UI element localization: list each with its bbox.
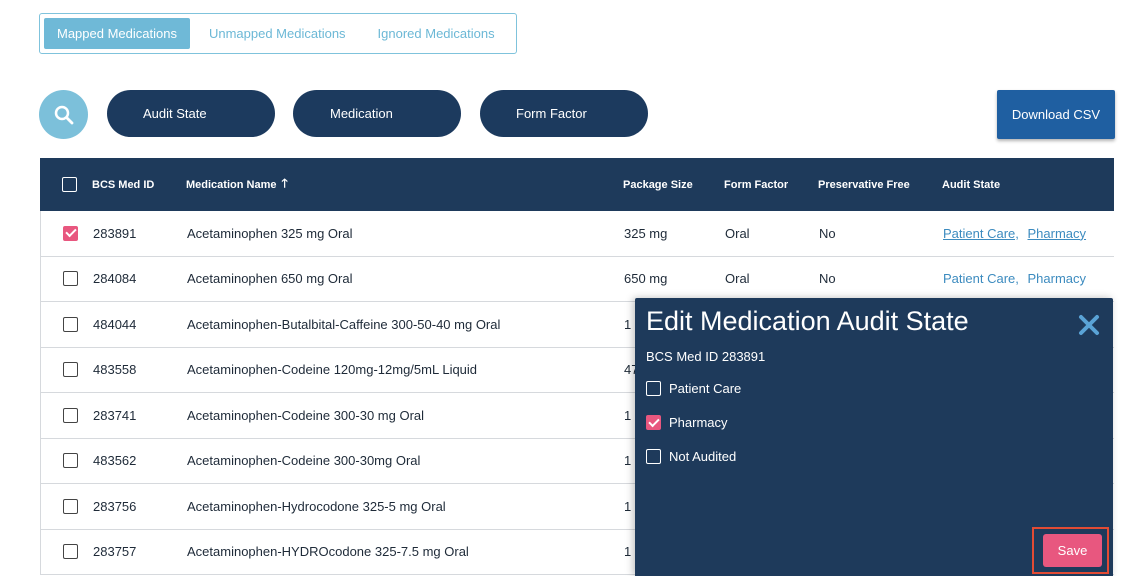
med-id: 483558 [93, 362, 137, 378]
option-label: Pharmacy [669, 415, 728, 430]
sort-ascending-icon: 🡑 [281, 176, 288, 190]
patient-care-checkbox[interactable] [646, 381, 661, 396]
row-checkbox[interactable] [63, 225, 78, 241]
header-bcs-med-id: BCS Med ID [92, 178, 155, 191]
form-factor: Oral [725, 271, 750, 287]
preservative-free: No [819, 271, 836, 287]
search-icon [54, 105, 73, 124]
pharmacy-checkbox[interactable] [646, 415, 661, 430]
audit-link-pharmacy[interactable]: Pharmacy [1028, 226, 1087, 241]
modal-med-id: BCS Med ID 283891 [646, 349, 766, 364]
audit-state: Patient Care, Pharmacy [943, 257, 1086, 302]
med-id: 283891 [93, 225, 137, 241]
close-icon[interactable] [1077, 313, 1101, 337]
form-factor-filter[interactable]: Form Factor [480, 90, 648, 137]
search-button[interactable] [39, 90, 88, 139]
save-button[interactable]: Save [1043, 534, 1102, 567]
med-id: 484044 [93, 316, 137, 332]
medication-name: Acetaminophen-Codeine 120mg-12mg/5mL Liq… [187, 362, 478, 378]
download-csv-button[interactable]: Download CSV [997, 90, 1115, 139]
row-checkbox[interactable] [63, 453, 78, 469]
medication-name: Acetaminophen-HYDROcodone 325-7.5 mg Ora… [187, 544, 469, 560]
row-checkbox[interactable] [63, 407, 78, 423]
med-id: 283741 [93, 407, 137, 423]
row-checkbox[interactable] [63, 498, 78, 514]
tab-mapped-medications[interactable]: Mapped Medications [44, 18, 190, 49]
audit-link-pharmacy[interactable]: Pharmacy [1028, 271, 1087, 286]
option-pharmacy[interactable]: Pharmacy [646, 415, 728, 430]
med-id: 284084 [93, 271, 137, 287]
medication-name: Acetaminophen-Codeine 300-30 mg Oral [187, 407, 425, 423]
table-row: 283891 Acetaminophen 325 mg Oral 325 mg … [40, 211, 1114, 257]
medication-filter[interactable]: Medication [293, 90, 461, 137]
header-form-factor: Form Factor [724, 178, 789, 191]
form-factor: Oral [725, 225, 750, 241]
option-label: Patient Care [669, 381, 742, 396]
med-id: 283757 [93, 544, 137, 560]
option-not-audited[interactable]: Not Audited [646, 449, 736, 464]
package-size: 650 mg [624, 271, 668, 287]
audit-link-patient-care[interactable]: Patient Care, [943, 226, 1019, 241]
med-id: 483562 [93, 453, 137, 469]
preservative-free: No [819, 225, 836, 241]
audit-link-patient-care[interactable]: Patient Care, [943, 271, 1019, 286]
medication-name: Acetaminophen 650 mg Oral [187, 271, 353, 287]
medication-name: Acetaminophen-Butalbital-Caffeine 300-50… [187, 316, 501, 332]
audit-state: Patient Care, Pharmacy [943, 211, 1086, 256]
header-preservative-free: Preservative Free [818, 178, 910, 191]
select-all-checkbox[interactable] [62, 177, 77, 192]
edit-audit-state-modal: Edit Medication Audit State BCS Med ID 2… [635, 298, 1113, 576]
header-medication-name[interactable]: Medication Name 🡑 [186, 158, 288, 211]
not-audited-checkbox[interactable] [646, 449, 661, 464]
medication-name: Acetaminophen-Codeine 300-30mg Oral [187, 453, 421, 469]
modal-title: Edit Medication Audit State [646, 306, 969, 336]
table-row: 284084 Acetaminophen 650 mg Oral 650 mg … [40, 256, 1114, 302]
option-patient-care[interactable]: Patient Care [646, 381, 741, 396]
package-size: 325 mg [624, 225, 668, 241]
header-medication-name-label: Medication Name [186, 178, 277, 191]
audit-state-filter[interactable]: Audit State [107, 90, 275, 137]
medication-tabs: Mapped Medications Unmapped Medications … [39, 13, 517, 54]
med-id: 283756 [93, 498, 137, 514]
medication-name: Acetaminophen-Hydrocodone 325-5 mg Oral [187, 498, 446, 514]
row-checkbox[interactable] [63, 362, 78, 378]
table-header: BCS Med ID Medication Name 🡑 Package Siz… [40, 158, 1114, 211]
row-checkbox[interactable] [63, 316, 78, 332]
option-label: Not Audited [669, 449, 737, 464]
tab-unmapped-medications[interactable]: Unmapped Medications [196, 18, 359, 49]
row-checkbox[interactable] [63, 271, 78, 287]
tab-ignored-medications[interactable]: Ignored Medications [365, 18, 508, 49]
row-checkbox[interactable] [63, 544, 78, 560]
header-package-size: Package Size [623, 178, 693, 191]
medication-name: Acetaminophen 325 mg Oral [187, 225, 353, 241]
header-audit-state: Audit State [942, 178, 1001, 191]
